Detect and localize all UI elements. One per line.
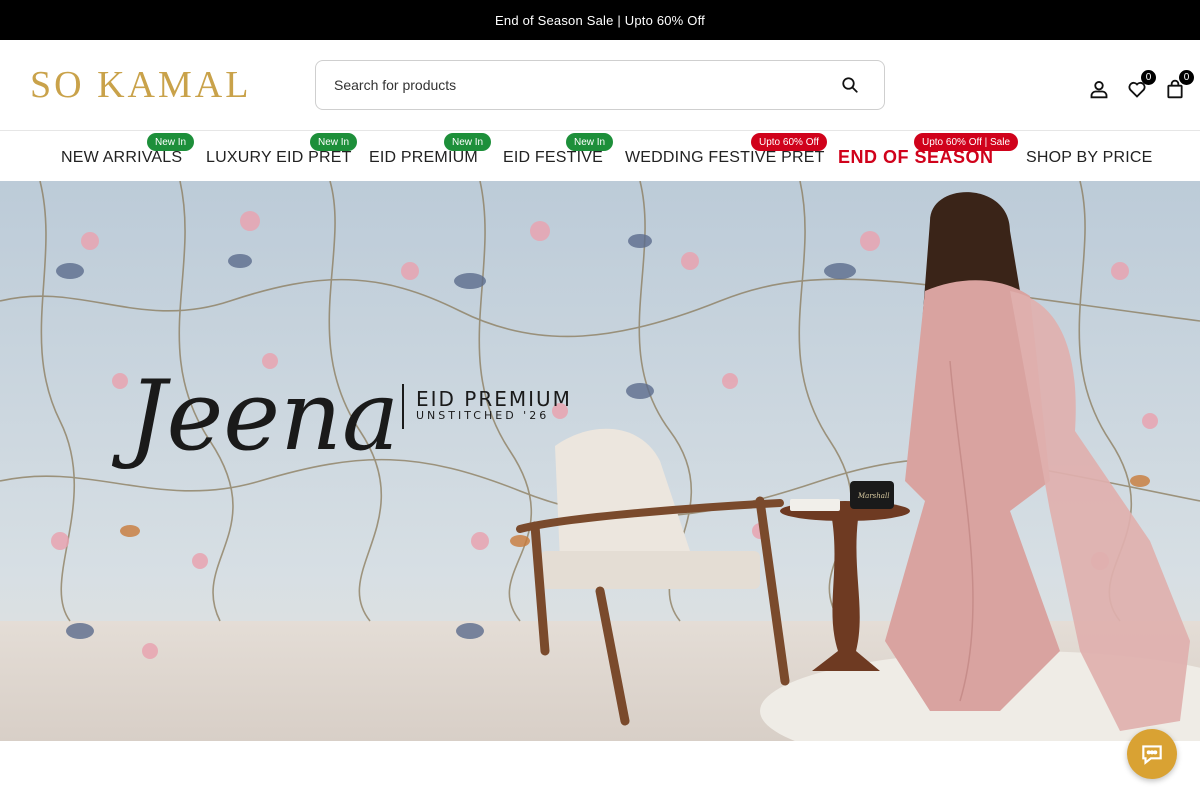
chat-button[interactable] [1127,729,1177,779]
site-header: SO KAMAL 0 0 [0,40,1200,130]
cart-button[interactable]: 0 [1164,70,1194,100]
header-icons: 0 0 [1088,70,1194,100]
cart-count-badge: 0 [1179,70,1194,85]
wishlist-button[interactable]: 0 [1126,70,1156,100]
hero-banner[interactable]: Jeena EID PREMIUM UNSTITCHED '26 Marshal… [0,181,1200,741]
chat-bubble-icon [1142,745,1162,765]
nav-item-end-of-season[interactable]: END OF SEASON [838,147,994,168]
announcement-text: End of Season Sale | Upto 60% Off [495,12,705,28]
nav-item-eid-festive[interactable]: EID FESTIVE [503,149,603,167]
search-bar [315,60,885,110]
search-icon [842,77,858,93]
speaker-brand: Marshall [857,492,889,500]
search-button[interactable] [828,63,872,107]
nav-item-luxury-eid-pret[interactable]: LUXURY EID PRET [206,149,352,167]
main-navigation: New In NEW ARRIVALS New In LUXURY EID PR… [0,130,1200,181]
hero-headline: EID PREMIUM [416,387,572,411]
nav-item-eid-premium[interactable]: EID PREMIUM [369,149,478,167]
announcement-bar: End of Season Sale | Upto 60% Off [0,0,1200,40]
wishlist-count-badge: 0 [1141,70,1156,85]
hero-subline: UNSTITCHED '26 [416,409,549,422]
hero-script-title: Jeena [111,360,399,472]
account-button[interactable] [1088,78,1110,100]
search-input[interactable] [316,61,828,109]
brand-logo[interactable]: SO KAMAL [30,66,251,104]
nav-item-wedding-festive-pret[interactable]: WEDDING FESTIVE PRET [625,149,825,167]
hero-illustration: Jeena EID PREMIUM UNSTITCHED '26 Marshal… [0,181,1200,741]
nav-item-shop-by-price[interactable]: SHOP BY PRICE [1026,149,1153,167]
nav-item-new-arrivals[interactable]: NEW ARRIVALS [61,149,182,167]
user-icon [1090,81,1108,99]
